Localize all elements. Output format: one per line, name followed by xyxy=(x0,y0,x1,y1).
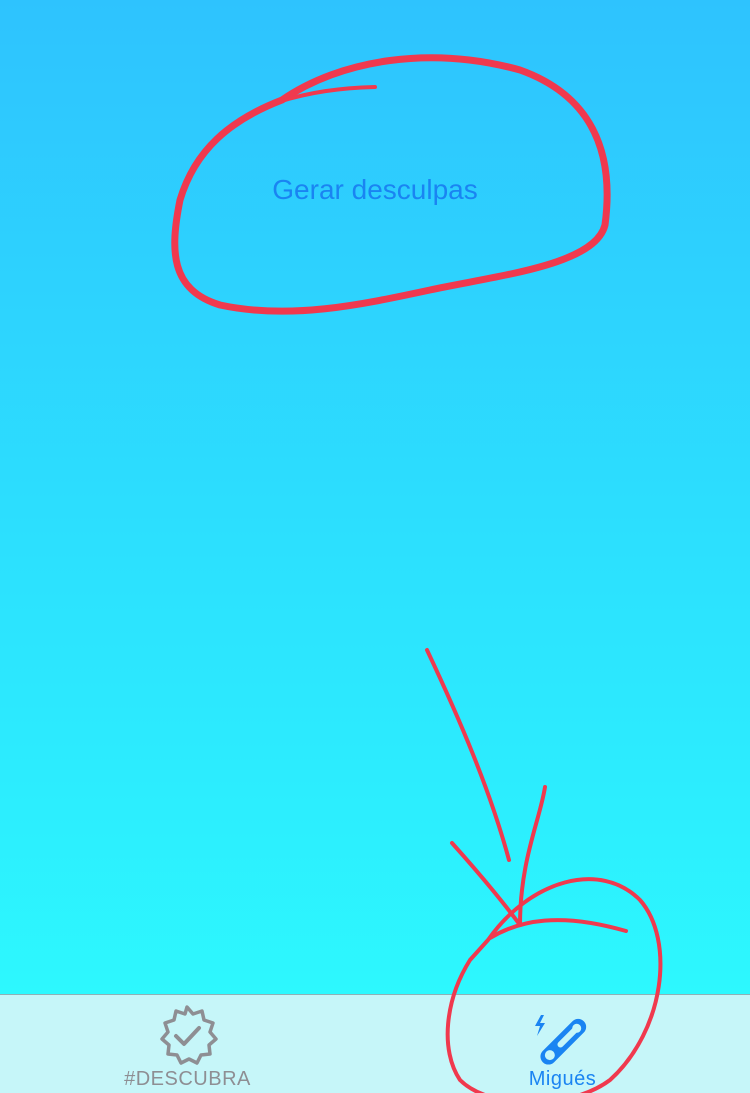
verified-badge-icon xyxy=(160,1005,218,1065)
tab-descubra[interactable]: #DESCUBRA xyxy=(0,995,375,1093)
safety-pin-icon xyxy=(535,1015,587,1065)
annotation-arrow-head-right xyxy=(518,785,547,927)
annotation-overlay xyxy=(171,54,663,1093)
annotation-arrow-head-left xyxy=(450,841,522,927)
tab-label-migues: Migués xyxy=(528,1068,597,1090)
generate-excuses-button[interactable]: Gerar desculpas xyxy=(200,170,550,210)
annotation-arrow-line xyxy=(425,648,511,862)
annotation-stroke-top xyxy=(276,85,377,104)
annotation-stroke-bottom xyxy=(488,918,628,940)
tab-label-descubra: #DESCUBRA xyxy=(124,1068,251,1090)
tab-migues[interactable]: Migués xyxy=(375,995,750,1093)
tab-bar: #DESCUBRA Migués xyxy=(0,994,750,1093)
app-screen: Gerar desculpas #DESCUBRA Migués xyxy=(0,0,750,1093)
